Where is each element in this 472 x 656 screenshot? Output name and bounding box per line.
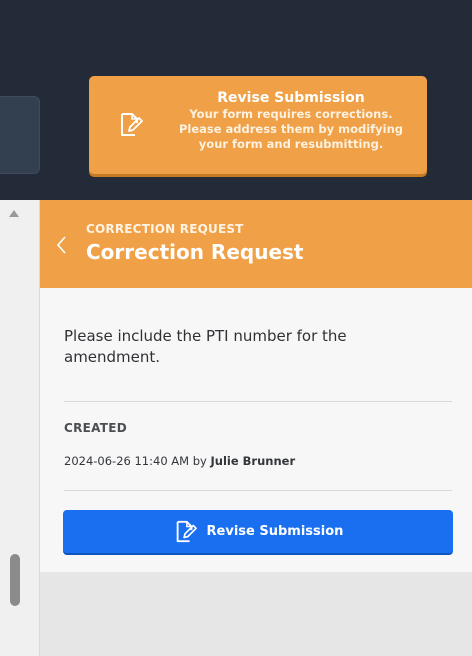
created-label: CREATED [64,421,128,435]
notice-body-line-3: your form and resubmitting. [198,137,384,151]
scrollbar-thumb[interactable] [10,554,20,606]
edit-document-icon [176,520,197,542]
created-value: 2024-06-26 11:40 AM by Julie Brunner [64,454,295,468]
correction-panel-header: CORRECTION REQUEST Correction Request [40,200,472,288]
panel-footer [40,572,472,656]
collapsed-side-tab[interactable] [0,96,40,174]
notice-body-line-1: Your form requires corrections. [189,107,393,121]
panel-kicker: CORRECTION REQUEST [86,222,244,236]
panel-title: Correction Request [86,240,304,264]
revise-submission-notice[interactable]: Revise Submission Your form requires cor… [89,76,427,174]
notice-body-line-2: Please address them by modifying [178,122,404,136]
correction-panel-body: Please include the PTI number for the am… [40,288,472,572]
notice-title: Revise Submission [217,90,365,106]
scroll-up-arrow-icon[interactable] [9,210,19,217]
created-datetime: 2024-06-26 11:40 AM [64,454,190,468]
divider [64,401,452,402]
created-by-name: Julie Brunner [210,454,296,468]
correction-message: Please include the PTI number for the am… [64,327,347,366]
revise-button-label: Revise Submission [206,524,344,539]
revise-submission-button[interactable]: Revise Submission [63,510,453,555]
created-by-prefix: by [192,454,207,468]
divider [64,490,452,491]
edit-document-icon [121,113,143,136]
chevron-left-icon[interactable] [54,234,68,256]
left-gutter [0,200,40,656]
